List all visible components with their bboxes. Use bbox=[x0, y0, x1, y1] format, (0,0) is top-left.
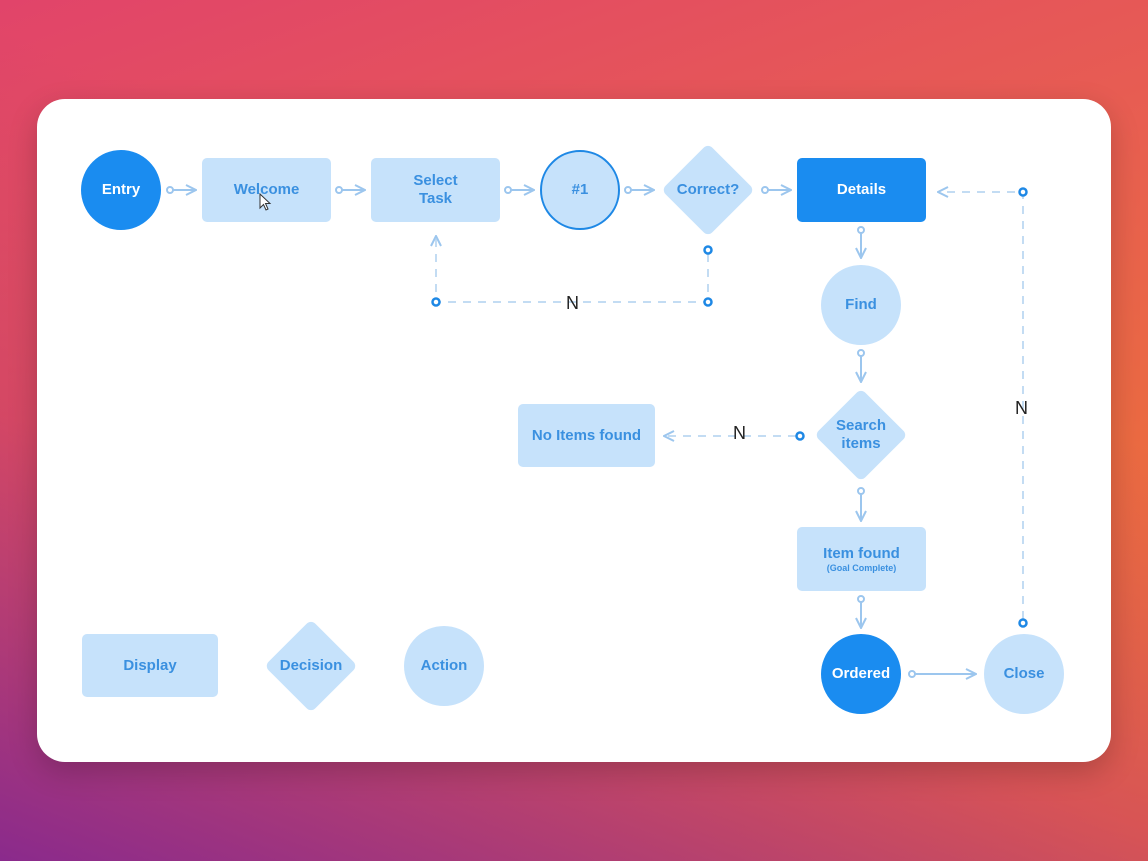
legend-action: Action bbox=[404, 626, 484, 706]
arrow-welcome-select bbox=[335, 187, 365, 193]
node-label: Item found bbox=[823, 544, 900, 562]
node-correct[interactable]: Correct? bbox=[661, 143, 755, 237]
node-no-items-found[interactable]: No Items found bbox=[518, 404, 655, 467]
node-sublabel: (Goal Complete) bbox=[826, 562, 897, 573]
dashed-close-no bbox=[938, 192, 1024, 619]
arrow-entry-welcome bbox=[166, 187, 196, 193]
node-label-line: items bbox=[841, 435, 881, 452]
node-label: Task bbox=[418, 190, 453, 207]
node-step1[interactable]: #1 bbox=[540, 150, 620, 230]
arrow-correct-details bbox=[761, 187, 791, 193]
node-item-found[interactable]: Item found (Goal Complete) bbox=[797, 527, 926, 591]
legend-decision: Decision bbox=[264, 619, 358, 713]
arrow-itemfound-ordered bbox=[858, 595, 864, 628]
node-ordered[interactable]: Ordered bbox=[821, 634, 901, 714]
node-label-line: Search bbox=[835, 417, 887, 434]
arrow-select-step1 bbox=[504, 187, 534, 193]
node-find[interactable]: Find bbox=[821, 265, 901, 345]
legend-label: Decision bbox=[279, 657, 343, 674]
edge-label-search-no: N bbox=[733, 423, 746, 443]
arrow-details-find bbox=[858, 226, 864, 258]
node-details[interactable]: Details bbox=[797, 158, 926, 222]
arrow-step1-correct bbox=[624, 187, 654, 193]
node-select-task[interactable]: Select Task bbox=[371, 158, 500, 222]
edge-label-correct-no: N bbox=[566, 293, 579, 313]
mouse-cursor-icon bbox=[259, 193, 272, 211]
edge-label-close-no: N bbox=[1015, 398, 1028, 418]
node-label: Correct? bbox=[676, 181, 740, 198]
node-close[interactable]: Close bbox=[984, 634, 1064, 714]
arrow-find-search bbox=[858, 349, 864, 382]
legend-display: Display bbox=[82, 634, 218, 697]
arrow-search-itemfound bbox=[858, 487, 864, 521]
node-label: Search items bbox=[815, 389, 907, 481]
arrow-ordered-close bbox=[908, 671, 976, 677]
node-entry[interactable]: Entry bbox=[81, 150, 161, 230]
node-label: Select bbox=[413, 172, 458, 189]
node-search-items[interactable]: Search items bbox=[814, 388, 908, 482]
